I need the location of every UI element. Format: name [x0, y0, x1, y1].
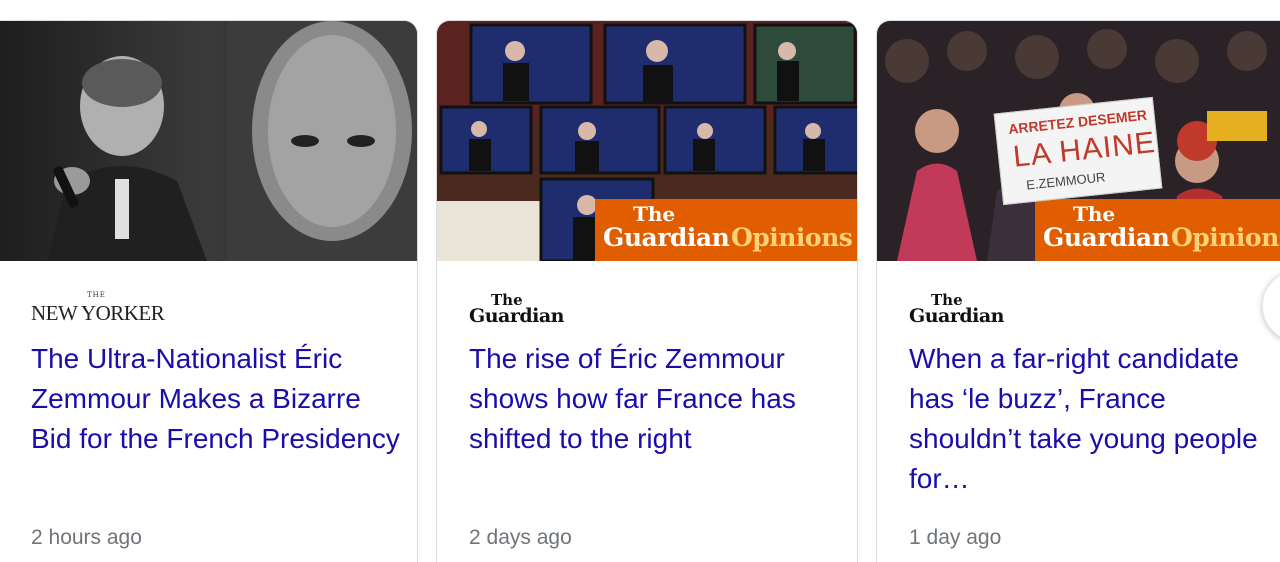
news-card[interactable]: THE NEW YORKER The Ultra-Nationalist Éri… — [0, 20, 418, 562]
article-thumbnail: The Guardian Opinions — [437, 21, 857, 261]
news-carousel: THE NEW YORKER The Ultra-Nationalist Éri… — [0, 0, 1280, 562]
protest-sign-line3: E.ZEMMOUR — [1025, 169, 1107, 193]
news-card[interactable]: The Guardian Opinions The Guardian The r… — [436, 20, 858, 562]
source-logo-new-yorker: THE NEW YORKER — [31, 289, 191, 329]
article-timestamp: 2 days ago — [469, 526, 572, 549]
banner-section: Opinions — [1171, 223, 1280, 252]
article-headline[interactable]: The Ultra-Nationalist Éric Zemmour Makes… — [31, 339, 401, 459]
source-logo-guardian: The Guardian — [909, 289, 1019, 329]
article-timestamp: 2 hours ago — [31, 526, 142, 549]
banner-name: Guardian — [1043, 223, 1170, 252]
source-logo-guardian: The Guardian — [469, 289, 579, 329]
source-logo-the: THE — [87, 291, 106, 299]
source-logo-name: Guardian — [469, 305, 565, 327]
banner-section: Opinions — [731, 223, 853, 252]
article-thumbnail — [0, 21, 417, 261]
banner-name: Guardian — [603, 223, 730, 252]
article-headline[interactable]: The rise of Éric Zemmour shows how far F… — [469, 339, 829, 459]
guardian-opinions-banner: The Guardian Opinions — [1035, 199, 1280, 261]
source-logo-name: NEW YORKER — [31, 301, 165, 325]
article-timestamp: 1 day ago — [909, 526, 1002, 549]
protest-sign: ARRETEZ DESEMER LA HAINE E.ZEMMOUR — [993, 96, 1163, 206]
news-card[interactable]: The Guardian Opinions The Guardian When … — [876, 20, 1280, 562]
article-headline[interactable]: When a far-right candidate has ‘le buzz’… — [909, 339, 1269, 499]
guardian-opinions-banner: The Guardian Opinions — [595, 199, 857, 261]
source-logo-name: Guardian — [909, 305, 1005, 327]
